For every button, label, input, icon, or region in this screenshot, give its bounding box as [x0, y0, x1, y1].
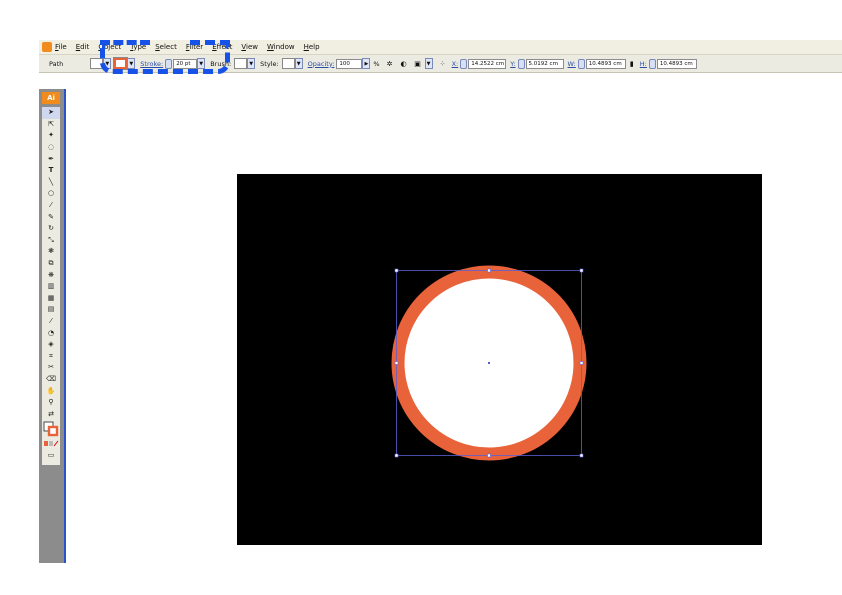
opacity-panel-link[interactable]: Opacity: — [308, 60, 335, 68]
x-stepper-icon[interactable] — [460, 58, 468, 69]
ai-logo: Ai — [42, 92, 60, 104]
color-mode-icons[interactable] — [42, 438, 60, 450]
w-field[interactable]: 10.4893 cm — [585, 58, 626, 69]
hand-tool-icon[interactable]: ✋ — [42, 385, 60, 397]
slice-tool-icon[interactable]: ✂ — [42, 362, 60, 374]
artboard[interactable] — [237, 174, 762, 545]
opacity-field[interactable]: 100 — [336, 58, 363, 69]
stroke-dropdown-icon[interactable]: ▼ — [127, 58, 136, 69]
eraser-tool-icon[interactable]: ⌫ — [42, 374, 60, 386]
opacity-unit: % — [373, 59, 380, 68]
gradient-tool-icon[interactable]: ▤ — [42, 304, 60, 316]
stroke-swatch[interactable] — [113, 57, 129, 70]
constrain-proportions-icon[interactable]: ▮ — [627, 59, 637, 69]
fill-stroke-indicator-icon[interactable] — [42, 420, 60, 438]
menu-filter[interactable]: Filter — [186, 43, 203, 51]
opacity-slider-icon[interactable]: ▶ — [362, 58, 371, 69]
reference-point-icon[interactable]: ⁘ — [438, 59, 448, 69]
brush-dropdown-icon[interactable]: ▼ — [247, 58, 256, 69]
selection-type-label: Path — [49, 59, 64, 68]
symbol-sprayer-tool-icon[interactable]: ❋ — [42, 269, 60, 281]
y-stepper-icon[interactable] — [517, 58, 525, 69]
stroke-panel-link[interactable]: Stroke: — [140, 60, 163, 68]
y-label: Y: — [510, 59, 516, 68]
stroke-weight-dropdown-icon[interactable]: ▼ — [197, 58, 206, 69]
menu-object[interactable]: Object — [98, 43, 121, 51]
line-tool-icon[interactable]: ╲ — [42, 177, 60, 189]
recolor-icon[interactable]: ✲ — [385, 59, 395, 69]
graph-tool-icon[interactable]: ▥ — [42, 281, 60, 293]
h-stepper-icon[interactable] — [648, 58, 656, 69]
h-field[interactable]: 10.4893 cm — [656, 58, 697, 69]
ellipse-tool-icon[interactable]: ○ — [42, 188, 60, 200]
style-dropdown-icon[interactable]: ▼ — [294, 58, 303, 69]
swap-fill-stroke-icon[interactable]: ⇄ — [42, 408, 60, 420]
menu-effect[interactable]: Effect — [212, 43, 232, 51]
stroke-weight-stepper-icon[interactable] — [165, 58, 173, 69]
style-label: Style: — [260, 59, 279, 68]
eyedropper-tool-icon[interactable]: ⁄ — [42, 316, 60, 328]
h-label: H: — [639, 59, 647, 68]
illustrator-window: File Edit Object Type Select Filter Effe… — [39, 40, 842, 563]
align-icon[interactable]: ▣ — [413, 59, 423, 69]
live-paint-tool-icon[interactable]: ◈ — [42, 339, 60, 351]
magic-wand-tool-icon[interactable]: ✦ — [42, 130, 60, 142]
fill-swatch[interactable] — [90, 58, 104, 69]
zoom-tool-icon[interactable]: ⚲ — [42, 397, 60, 409]
selection-tool-icon[interactable]: ➤ — [42, 107, 60, 119]
direct-selection-tool-icon[interactable]: ⇱ — [42, 119, 60, 131]
menu-select[interactable]: Select — [155, 43, 177, 51]
center-point — [488, 362, 490, 364]
pen-tool-icon[interactable]: ✒ — [42, 153, 60, 165]
stroke-weight-field[interactable]: 20 pt — [173, 58, 198, 69]
style-swatch[interactable] — [281, 58, 295, 69]
screen-mode-icon[interactable]: ▭ — [42, 450, 60, 462]
free-transform-tool-icon[interactable]: ⧉ — [42, 258, 60, 270]
w-stepper-icon[interactable] — [577, 58, 585, 69]
mesh-tool-icon[interactable]: ▦ — [42, 293, 60, 305]
menu-bar: File Edit Object Type Select Filter Effe… — [39, 40, 842, 55]
tools-panel: Ai ➤ ⇱ ✦ ◌ ✒ T ╲ ○ ⁄ ✎ ↻ ⤡ ❃ ⧉ ❋ ▥ ▦ ▤ ⁄… — [39, 89, 66, 563]
rotate-tool-icon[interactable]: ↻ — [42, 223, 60, 235]
menu-edit[interactable]: Edit — [76, 43, 90, 51]
menu-window[interactable]: Window — [267, 43, 295, 51]
scale-tool-icon[interactable]: ⤡ — [42, 235, 60, 247]
brush-swatch[interactable] — [234, 58, 248, 69]
isolate-icon[interactable]: ◐ — [399, 59, 409, 69]
w-label: W: — [567, 59, 576, 68]
type-tool-icon[interactable]: T — [42, 165, 60, 177]
x-field[interactable]: 14.2522 cm — [468, 58, 507, 69]
canvas-artwork[interactable] — [237, 174, 762, 545]
menu-file[interactable]: File — [55, 43, 67, 51]
align-dropdown-icon[interactable]: ▼ — [424, 58, 433, 69]
y-field[interactable]: 5.0192 cm — [525, 58, 564, 69]
control-bar: Path ▼ ▼ Stroke: 20 pt ▼ Brush: ▼ Style:… — [39, 55, 842, 73]
illustrator-app-icon[interactable] — [42, 42, 52, 52]
menu-view[interactable]: View — [241, 43, 258, 51]
paintbrush-tool-icon[interactable]: ⁄ — [42, 200, 60, 212]
fill-dropdown-icon[interactable]: ▼ — [103, 58, 112, 69]
blend-tool-icon[interactable]: ◔ — [42, 327, 60, 339]
warp-tool-icon[interactable]: ❃ — [42, 246, 60, 258]
menu-type[interactable]: Type — [130, 43, 146, 51]
menu-help[interactable]: Help — [304, 43, 320, 51]
crop-tool-icon[interactable]: ⌗ — [42, 350, 60, 362]
lasso-tool-icon[interactable]: ◌ — [42, 142, 60, 154]
x-label: X: — [451, 59, 459, 68]
pencil-tool-icon[interactable]: ✎ — [42, 211, 60, 223]
brush-label: Brush: — [210, 59, 232, 68]
